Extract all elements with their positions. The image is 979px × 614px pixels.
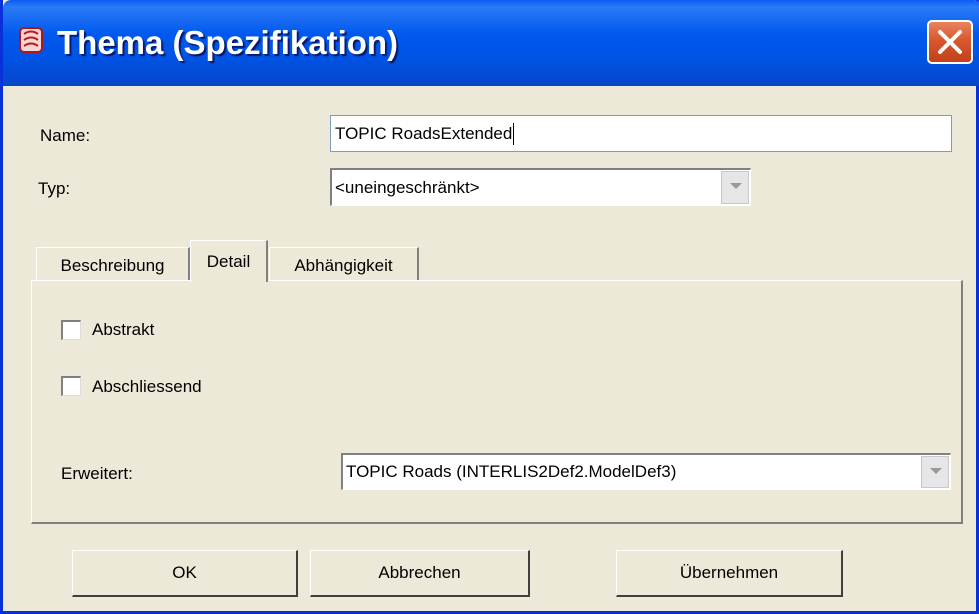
tab-beschreibung[interactable]: Beschreibung: [36, 247, 190, 283]
abstract-checkbox[interactable]: [61, 320, 81, 340]
close-button[interactable]: [927, 20, 973, 64]
tab-label: Abhängigkeit: [294, 255, 393, 275]
chevron-down-icon[interactable]: [921, 456, 949, 488]
extends-select[interactable]: TOPIC Roads (INTERLIS2Def2.ModelDef3): [341, 453, 951, 490]
final-checkbox[interactable]: [61, 376, 81, 396]
cancel-button[interactable]: Abbrechen: [310, 550, 530, 597]
dialog-window: Thema (Spezifikation) Name: TOPIC RoadsE…: [0, 0, 979, 614]
abstract-label: Abstrakt: [92, 320, 155, 339]
apply-button[interactable]: Übernehmen: [616, 550, 843, 597]
chevron-down-icon[interactable]: [721, 171, 749, 204]
tab-abhaengigkeit[interactable]: Abhängigkeit: [269, 247, 419, 283]
tab-label: Detail: [206, 251, 251, 271]
type-select[interactable]: <uneingeschränkt>: [330, 168, 751, 206]
text-caret: [513, 122, 515, 145]
title-bar[interactable]: Thema (Spezifikation): [3, 0, 979, 86]
window-title: Thema (Spezifikation): [57, 24, 399, 61]
extends-select-value: TOPIC Roads (INTERLIS2Def2.ModelDef3): [346, 462, 677, 481]
tab-label: Beschreibung: [60, 255, 165, 275]
final-label: Abschliessend: [92, 377, 202, 396]
name-input[interactable]: TOPIC RoadsExtended: [330, 115, 952, 152]
name-label: Name:: [40, 126, 91, 145]
ok-button[interactable]: OK: [72, 550, 298, 597]
type-label: Typ:: [38, 179, 71, 198]
tab-detail[interactable]: Detail: [190, 240, 268, 282]
extends-label: Erweitert:: [61, 464, 133, 483]
close-icon: [938, 30, 962, 54]
type-select-value: <uneingeschränkt>: [335, 177, 480, 197]
app-icon: [17, 26, 45, 54]
name-input-value: TOPIC RoadsExtended: [335, 123, 513, 143]
